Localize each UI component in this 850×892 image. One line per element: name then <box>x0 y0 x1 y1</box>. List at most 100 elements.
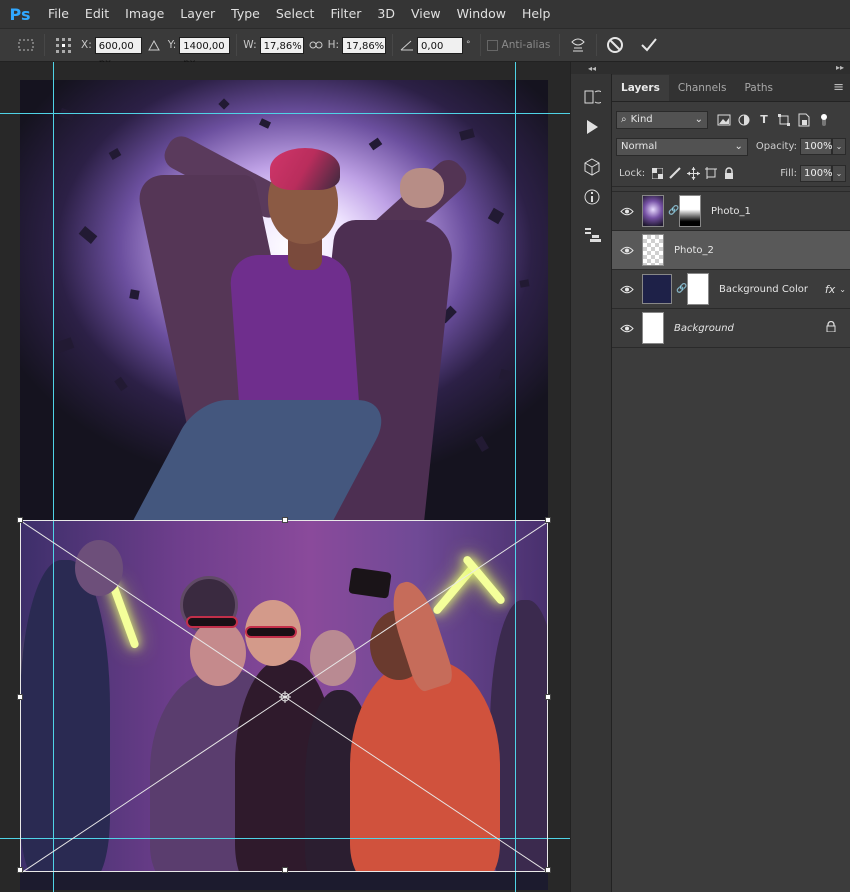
tab-paths[interactable]: Paths <box>735 75 782 101</box>
layer-thumbnail <box>642 312 664 344</box>
link-icon[interactable]: 🔗 <box>676 284 687 294</box>
filter-pixel-icon[interactable] <box>714 111 734 129</box>
menu-type[interactable]: Type <box>223 0 268 28</box>
blend-mode-value: Normal <box>621 140 658 152</box>
lock-artboard-icon[interactable] <box>702 164 720 182</box>
lock-image-brush-icon[interactable] <box>666 164 684 182</box>
lock-row: Lock: Fill: 100% ⌄ <box>612 160 850 187</box>
lock-position-move-icon[interactable] <box>684 164 702 182</box>
expand-arrows-icon[interactable]: ▸▸ <box>612 62 850 74</box>
antialias-checkbox[interactable] <box>486 39 498 51</box>
actions-play-icon[interactable] <box>571 112 613 142</box>
filter-type-icon[interactable]: T <box>754 111 774 129</box>
canvas-area[interactable] <box>0 62 570 892</box>
opacity-field[interactable]: 100% <box>800 138 833 155</box>
visibility-eye-icon[interactable] <box>612 285 642 294</box>
rotate-field[interactable]: 0,00 <box>417 36 464 54</box>
visibility-eye-icon[interactable] <box>612 324 642 333</box>
lock-icon <box>826 320 836 335</box>
lock-all-icon[interactable] <box>720 164 738 182</box>
menu-filter[interactable]: Filter <box>322 0 369 28</box>
blend-mode-select[interactable]: Normal ⌄ <box>616 137 748 156</box>
transform-handle-n[interactable] <box>282 517 288 523</box>
dancer-hair <box>270 148 340 190</box>
transform-tool-icon[interactable] <box>14 33 38 57</box>
layer-name[interactable]: Photo_2 <box>674 245 714 256</box>
height-field[interactable]: 17,86% <box>342 36 387 54</box>
opacity-dropdown-icon[interactable]: ⌄ <box>832 138 846 155</box>
layer-background[interactable]: Background <box>612 309 850 348</box>
chevron-down-icon[interactable]: ⌄ <box>839 285 846 294</box>
filter-adjustment-icon[interactable] <box>734 111 754 129</box>
options-bar: X: 600,00 px Y: 1400,00 px W: 17,86% H: … <box>0 28 850 69</box>
menu-view[interactable]: View <box>403 0 449 28</box>
layer-background-color[interactable]: 🔗 Background Color fx ⌄ <box>612 270 850 309</box>
link-icon[interactable] <box>304 33 328 57</box>
separator <box>392 34 394 56</box>
panel-menu-icon[interactable]: ≡ <box>833 75 844 101</box>
transform-handle-sw[interactable] <box>17 867 23 873</box>
separator <box>236 34 238 56</box>
separator <box>44 34 45 56</box>
3d-cube-icon[interactable] <box>571 152 613 182</box>
transform-handle-w[interactable] <box>17 694 23 700</box>
guide-horizontal[interactable] <box>0 113 570 114</box>
layer-effects-icon[interactable]: fx <box>825 283 835 296</box>
menu-help[interactable]: Help <box>514 0 559 28</box>
filter-kind-select[interactable]: ⌕ Kind ⌄ <box>616 110 708 129</box>
layer-photo-2[interactable]: Photo_2 <box>612 231 850 270</box>
transform-handle-ne[interactable] <box>545 517 551 523</box>
warp-mode-icon[interactable] <box>566 33 590 57</box>
panel-icon-strip: ◂◂ <box>570 62 613 892</box>
info-icon[interactable] <box>571 182 613 212</box>
transform-diagonals <box>21 521 549 873</box>
visibility-eye-icon[interactable] <box>612 207 642 216</box>
separator <box>596 34 598 56</box>
menu-image[interactable]: Image <box>117 0 172 28</box>
lock-transparent-icon[interactable] <box>648 164 666 182</box>
transform-handle-s[interactable] <box>282 867 288 873</box>
layer-photo-1[interactable]: 🔗 Photo_1 <box>612 192 850 231</box>
link-icon[interactable]: 🔗 <box>668 206 679 216</box>
menu-edit[interactable]: Edit <box>77 0 117 28</box>
clone-source-icon[interactable] <box>571 220 613 250</box>
filter-smart-object-icon[interactable] <box>794 111 814 129</box>
filter-toggle-icon[interactable] <box>814 111 834 129</box>
reference-point-icon[interactable] <box>51 33 75 57</box>
cancel-transform-icon[interactable] <box>603 33 627 57</box>
transform-handle-se[interactable] <box>545 867 551 873</box>
x-field[interactable]: 600,00 px <box>94 36 142 69</box>
free-transform-box[interactable] <box>17 517 551 873</box>
angle-icon <box>399 33 415 57</box>
collapse-arrows-icon[interactable]: ◂◂ <box>571 62 613 74</box>
layer-name[interactable]: Background Color <box>719 284 808 295</box>
filter-shape-icon[interactable] <box>774 111 794 129</box>
menu-select[interactable]: Select <box>268 0 323 28</box>
tab-channels[interactable]: Channels <box>669 75 736 101</box>
chevron-down-icon: ⌄ <box>734 140 743 152</box>
commit-transform-icon[interactable] <box>637 33 661 57</box>
y-field[interactable]: 1400,00 px <box>179 36 231 69</box>
menu-window[interactable]: Window <box>449 0 514 28</box>
dancer-hand <box>400 168 444 208</box>
menu-3d[interactable]: 3D <box>369 0 403 28</box>
transform-handle-e[interactable] <box>545 694 551 700</box>
opacity-label: Opacity: <box>755 141 798 152</box>
separator <box>559 34 561 56</box>
fill-dropdown-icon[interactable]: ⌄ <box>832 164 846 182</box>
delta-icon[interactable] <box>142 33 166 57</box>
fill-field[interactable]: 100% <box>800 164 833 182</box>
layer-mask-thumbnail[interactable] <box>687 273 709 305</box>
visibility-eye-icon[interactable] <box>612 246 642 255</box>
width-field[interactable]: 17,86% <box>259 36 304 54</box>
separator <box>479 34 481 56</box>
tab-layers[interactable]: Layers <box>612 75 669 101</box>
history-icon[interactable] <box>571 82 613 112</box>
layer-mask-thumbnail[interactable] <box>679 195 701 227</box>
layer-name[interactable]: Photo_1 <box>711 206 751 217</box>
antialias-label: Anti-alias <box>501 39 551 51</box>
layer-name[interactable]: Background <box>674 323 734 334</box>
menu-layer[interactable]: Layer <box>172 0 223 28</box>
transform-handle-nw[interactable] <box>17 517 23 523</box>
menu-file[interactable]: File <box>40 0 77 28</box>
